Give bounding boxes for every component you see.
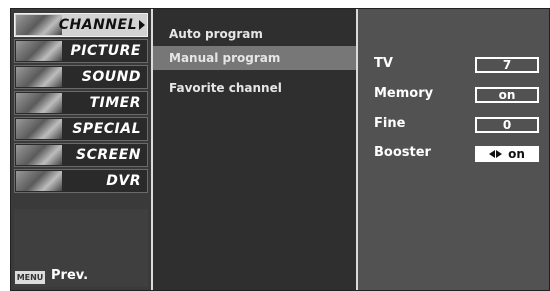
menu-item-label: SOUND [81,69,141,85]
channel-thumbnail-icon [16,15,62,35]
menu-item-sound[interactable]: SOUND [14,65,148,89]
submenu-item-favorite-channel[interactable]: Favorite channel [169,81,282,95]
main-menu-panel: CHANNEL PICTURE SOUND TIMER SPECIAL SCRE… [11,9,153,290]
timer-thumbnail-icon [16,93,62,113]
menu-item-label: SCREEN [76,147,141,163]
tv-osd-screen: CHANNEL PICTURE SOUND TIMER SPECIAL SCRE… [10,8,550,291]
setting-value-tv[interactable]: 7 [475,57,539,73]
submenu-item-manual-program[interactable]: Manual program [169,51,280,65]
menu-item-label: TIMER [89,95,141,111]
menu-item-dvr[interactable]: DVR [14,169,148,193]
menu-item-label: PICTURE [70,43,141,59]
menu-item-timer[interactable]: TIMER [14,91,148,115]
setting-value-fine[interactable]: 0 [475,117,539,133]
picture-thumbnail-icon [16,41,62,61]
menu-item-picture[interactable]: PICTURE [14,39,148,63]
menu-item-special[interactable]: SPECIAL [14,117,148,141]
setting-label-booster: Booster [374,145,431,160]
booster-value-text: on [508,147,525,161]
setting-label-fine: Fine [374,116,406,131]
setting-value-booster[interactable]: on [475,146,539,162]
screen-thumbnail-icon [16,145,62,165]
dvr-thumbnail-icon [16,171,62,191]
chevron-right-icon [139,20,145,30]
setting-label-memory: Memory [374,86,434,101]
special-thumbnail-icon [16,119,62,139]
prev-hint[interactable]: Prev. [51,268,88,283]
menu-item-label: SPECIAL [72,121,141,137]
menu-item-label: CHANNEL [58,17,137,33]
arrow-left-icon [489,150,496,158]
menu-item-channel[interactable]: CHANNEL [14,13,148,37]
sound-thumbnail-icon [16,67,62,87]
setting-value-memory[interactable]: on [475,87,539,103]
submenu-panel: Auto program Manual program Favorite cha… [153,9,358,290]
settings-panel: TV 7 Memory on Fine 0 Booster on [358,9,549,290]
menu-key-icon: MENU [15,271,45,284]
menu-item-label: DVR [106,173,141,189]
arrow-right-icon [496,150,503,158]
setting-label-tv: TV [374,56,393,71]
menu-item-screen[interactable]: SCREEN [14,143,148,167]
submenu-item-auto-program[interactable]: Auto program [169,27,263,41]
